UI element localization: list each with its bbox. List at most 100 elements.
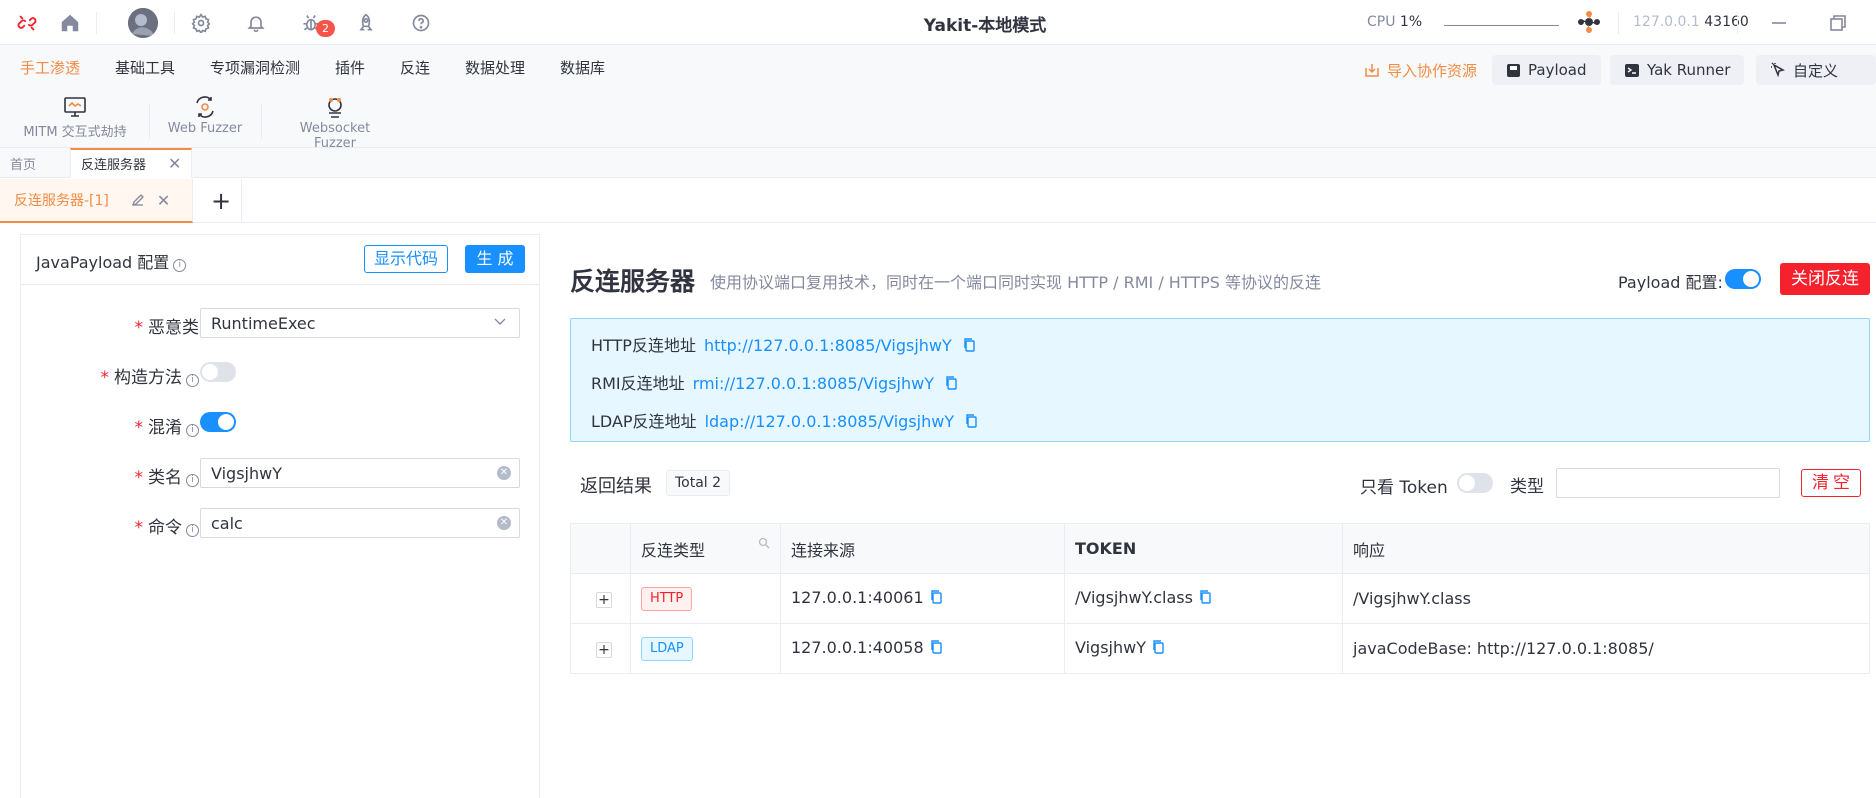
class-name-input[interactable]: VigsjhwY ✕ [200,458,520,488]
clear-button[interactable]: 清空 [1801,469,1861,497]
menu-basic-tools[interactable]: 基础工具 [115,57,175,78]
malicious-class-select[interactable]: RuntimeExec [200,308,520,338]
generate-button[interactable]: 生 成 [465,245,525,273]
close-reverse-button[interactable]: 关闭反连 [1780,263,1870,295]
yak-runner-button[interactable]: Yak Runner [1610,55,1745,85]
cpu-graph [1444,25,1559,26]
column-reverse-type[interactable]: 反连类型 [630,523,781,574]
rmi-address: RMI反连地址 rmi://127.0.0.1:8085/VigsjhwY [591,370,958,395]
title-bar: 2 Yakit-本地模式 CPU 1% 127.0.0.1 43160 [0,0,1876,45]
column-response: 响应 [1342,523,1870,574]
copy-icon[interactable] [1199,589,1212,609]
token-cell: VigsjhwY [1064,623,1343,674]
menu-reverse[interactable]: 反连 [400,57,430,78]
edit-icon[interactable] [131,192,145,208]
clear-icon[interactable]: ✕ [497,516,511,530]
terminal-icon [1625,63,1639,77]
customize-button[interactable]: 自定义 [1756,55,1876,85]
panel-header: JavaPayload 配置 i 显示代码 生 成 [21,235,539,285]
main-menu-bar: 手工渗透 基础工具 专项漏洞检测 插件 反连 数据处理 数据库 MITM 交互式… [0,45,1876,151]
ldap-address-link[interactable]: ldap://127.0.0.1:8085/VigsjhwY [705,412,955,431]
payload-config-label: Payload 配置: [1618,273,1723,292]
field-constructor: * 构造方法 i [21,358,541,388]
obfuscate-toggle[interactable] [200,412,236,432]
info-icon: i [173,259,187,272]
type-filter-label: 类型 [1510,477,1544,497]
tool-websocket-fuzzer[interactable]: Websocket Fuzzer [280,93,390,151]
tool-web-fuzzer[interactable]: Web Fuzzer [165,93,245,136]
column-source: 连接来源 [780,523,1065,574]
copy-icon[interactable] [930,589,943,609]
show-code-button[interactable]: 显示代码 [364,245,449,273]
bell-icon[interactable] [243,10,269,36]
info-icon: i [186,524,199,537]
copy-icon[interactable] [1152,639,1165,659]
payload-button[interactable]: Payload [1492,55,1601,85]
copy-icon[interactable] [945,375,958,395]
copy-icon[interactable] [965,413,978,433]
token-only-toggle[interactable] [1457,473,1493,493]
close-icon[interactable]: ✕ [157,191,170,210]
payload-config-toggle[interactable] [1725,269,1761,289]
add-tab-icon[interactable]: + [206,179,236,223]
table-row[interactable]: + LDAP 127.0.0.1:40058 VigsjhwY javaCode… [570,623,1870,674]
menu-plugins[interactable]: 插件 [335,57,365,78]
field-obfuscate: * 混淆 i [21,408,541,438]
gear-icon[interactable] [188,10,214,36]
table-row[interactable]: + HTTP 127.0.0.1:40061 /VigsjhwY.class /… [570,573,1870,624]
constructor-toggle[interactable] [200,362,236,382]
http-address: HTTP反连地址 http://127.0.0.1:8085/VigsjhwY [591,332,976,357]
reverse-address-box: HTTP反连地址 http://127.0.0.1:8085/VigsjhwY R… [570,318,1870,442]
engine-logo-icon[interactable] [1576,9,1602,35]
copy-icon[interactable] [930,639,943,659]
expand-row-icon[interactable]: + [596,642,612,658]
java-payload-panel: JavaPayload 配置 i 显示代码 生 成 * 恶意类 RuntimeExe… [20,234,540,798]
minimize-icon[interactable] [1766,10,1792,36]
cpu-usage: CPU 1% [1367,14,1423,30]
search-icon[interactable] [758,537,770,552]
type-tag-ldap: LDAP [641,636,693,661]
type-filter-input[interactable] [1556,468,1780,498]
sub-tabs: 反连服务器-[1] ✕ + [0,179,1876,223]
command-input[interactable]: calc ✕ [200,508,520,538]
chevron-down-icon [493,313,507,329]
field-class-name: * 类名 i VigsjhwY ✕ [21,458,541,488]
menu-database[interactable]: 数据库 [560,57,605,78]
link-icon[interactable] [14,10,40,36]
import-collab-resources-link[interactable]: 导入协作资源 [1350,55,1491,85]
menu-vuln-detection[interactable]: 专项漏洞检测 [210,57,300,78]
http-address-link[interactable]: http://127.0.0.1:8085/VigsjhwY [704,336,952,355]
expand-row-icon[interactable]: + [596,592,612,608]
bug-count-badge: 2 [316,20,335,37]
help-icon[interactable] [408,10,434,36]
type-tag-http: HTTP [641,586,693,611]
page-tabs: 首页 反连服务器 ✕ [0,148,1876,178]
reverse-server-title: 反连服务器 [570,267,696,296]
home-icon[interactable] [57,10,83,36]
import-icon [1365,64,1379,77]
tab-home[interactable]: 首页 [10,148,36,178]
info-icon: i [186,424,199,437]
menu-manual-pentest[interactable]: 手工渗透 [20,57,80,78]
more-menu-icon[interactable]: ⋮ [1870,103,1876,119]
rmi-address-link[interactable]: rmi://127.0.0.1:8085/VigsjhwY [693,374,934,393]
maximize-icon[interactable] [1825,10,1851,36]
response-cell: /VigsjhwY.class [1342,573,1870,624]
panel-title: JavaPayload 配置 i [36,249,187,273]
websocket-icon [280,93,390,121]
close-icon[interactable]: ✕ [168,154,181,173]
token-cell: /VigsjhwY.class [1064,573,1343,624]
source-cell: 127.0.0.1:40061 [780,573,1065,624]
avatar[interactable] [128,8,158,38]
ldap-address: LDAP反连地址 ldap://127.0.0.1:8085/VigsjhwY [591,408,978,433]
tab-reverse-server[interactable]: 反连服务器 ✕ [70,148,193,178]
menu-data-processing[interactable]: 数据处理 [465,57,525,78]
clear-icon[interactable]: ✕ [497,466,511,480]
total-count-badge: Total 2 [666,470,731,496]
field-malicious-class: * 恶意类 RuntimeExec [21,308,541,338]
tool-mitm[interactable]: MITM 交互式劫持 [20,93,130,140]
subtab-reverse-server-1[interactable]: 反连服务器-[1] ✕ [0,179,193,223]
rocket-icon[interactable] [353,10,379,36]
copy-icon[interactable] [963,337,976,357]
token-only-label: 只看 Token [1360,478,1448,498]
